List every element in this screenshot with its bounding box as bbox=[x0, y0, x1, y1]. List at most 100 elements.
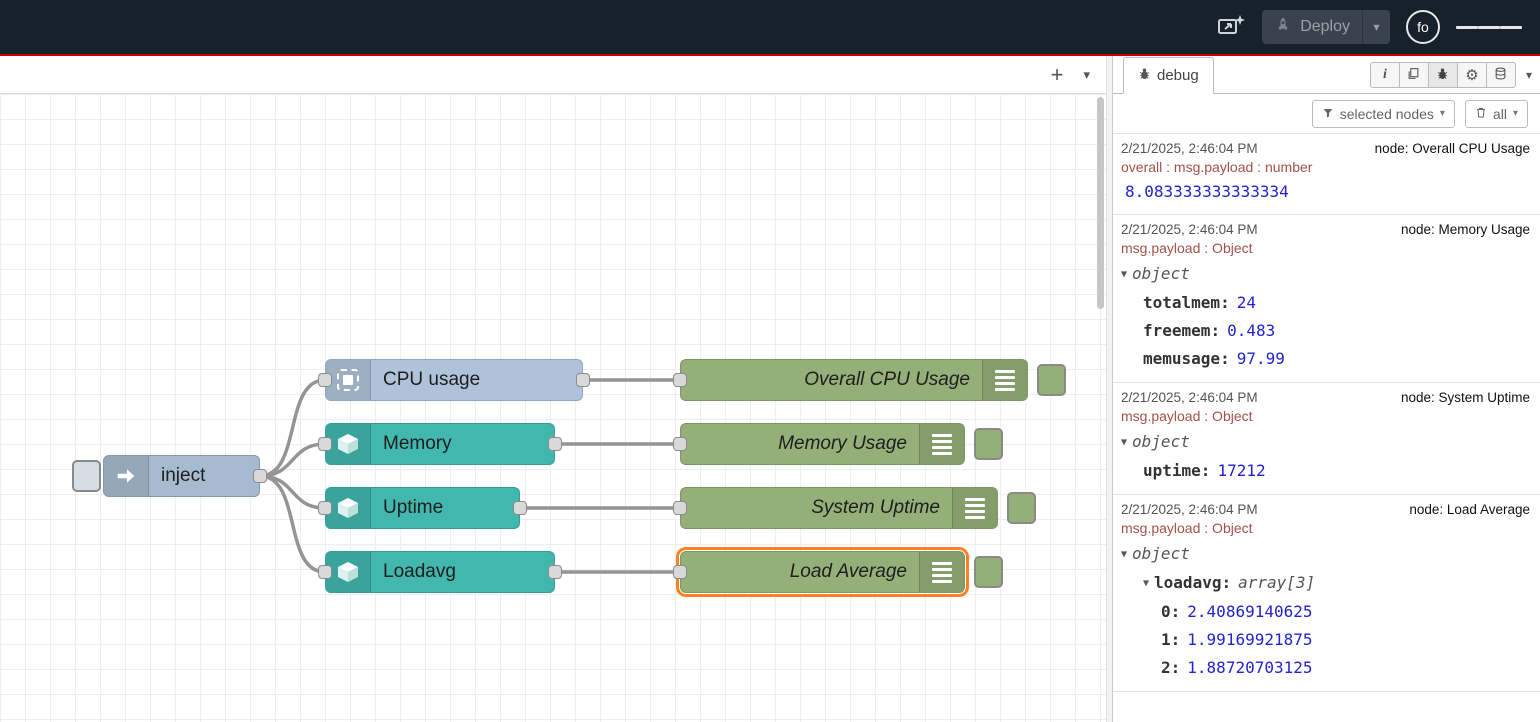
node-label: inject bbox=[149, 465, 217, 487]
debug-message[interactable]: 2/21/2025, 2:46:04 PM node: Memory Usage… bbox=[1113, 215, 1540, 383]
expand-caret-icon[interactable]: ▼ bbox=[1121, 269, 1127, 280]
object-row[interactable]: ▼object bbox=[1121, 260, 1530, 289]
user-avatar[interactable]: fo bbox=[1406, 10, 1440, 44]
field-key: freemem bbox=[1143, 321, 1227, 340]
node-loadavg[interactable]: Loadavg bbox=[325, 551, 555, 593]
node-label: Uptime bbox=[371, 497, 455, 519]
gear-icon: ⚙ bbox=[1465, 66, 1478, 84]
field-key: totalmem bbox=[1143, 293, 1237, 312]
input-port[interactable] bbox=[673, 437, 687, 451]
canvas-toolbar: + ▾ bbox=[0, 56, 1106, 94]
node-label: Overall CPU Usage bbox=[681, 369, 982, 391]
input-port[interactable] bbox=[673, 565, 687, 579]
sidebar-debug-button[interactable] bbox=[1428, 62, 1458, 88]
clear-messages-button[interactable]: all ▾ bbox=[1465, 100, 1528, 128]
message-timestamp: 2/21/2025, 2:46:04 PM bbox=[1121, 222, 1258, 237]
bug-icon bbox=[1436, 67, 1449, 83]
output-port[interactable] bbox=[576, 373, 590, 387]
input-port[interactable] bbox=[673, 373, 687, 387]
expand-caret-icon[interactable]: ▼ bbox=[1121, 437, 1127, 448]
chevron-down-icon: ▾ bbox=[1373, 20, 1379, 34]
debug-sidebar: debug i ⚙ ▾ bbox=[1113, 56, 1540, 722]
database-icon bbox=[1494, 67, 1507, 83]
message-timestamp: 2/21/2025, 2:46:04 PM bbox=[1121, 141, 1258, 156]
flow-list-button[interactable]: ▾ bbox=[1083, 67, 1090, 83]
output-port[interactable] bbox=[548, 437, 562, 451]
sidebar-menu-button[interactable]: ▾ bbox=[1526, 68, 1532, 82]
debug-sidebar-icon bbox=[919, 424, 964, 464]
node-debug-memory-usage[interactable]: Memory Usage bbox=[680, 423, 965, 465]
docs-icon bbox=[1407, 67, 1420, 83]
node-cpu-usage[interactable]: CPU usage bbox=[325, 359, 583, 401]
expand-caret-icon[interactable]: ▼ bbox=[1143, 578, 1149, 589]
debug-message[interactable]: 2/21/2025, 2:46:04 PM node: Load Average… bbox=[1113, 495, 1540, 692]
node-inject[interactable]: inject bbox=[103, 455, 260, 497]
info-icon: i bbox=[1383, 67, 1387, 83]
deploy-button[interactable]: Deploy bbox=[1262, 10, 1362, 44]
debug-enable-toggle[interactable] bbox=[1007, 492, 1036, 524]
hamburger-icon bbox=[1456, 26, 1478, 29]
debug-enable-toggle[interactable] bbox=[974, 428, 1003, 460]
debug-sidebar-icon bbox=[982, 360, 1027, 400]
node-uptime[interactable]: Uptime bbox=[325, 487, 520, 529]
assistant-button[interactable] bbox=[1216, 13, 1246, 42]
debug-filterbar: selected nodes ▾ all ▾ bbox=[1113, 94, 1540, 134]
node-debug-load-average[interactable]: Load Average bbox=[680, 551, 965, 593]
item-index: 2 bbox=[1161, 658, 1187, 677]
debug-message[interactable]: 2/21/2025, 2:46:04 PM node: Overall CPU … bbox=[1113, 134, 1540, 215]
sidebar-config-button[interactable]: ⚙ bbox=[1457, 62, 1487, 88]
input-port[interactable] bbox=[673, 501, 687, 515]
array-row[interactable]: ▼loadavgarray[3] bbox=[1121, 569, 1530, 598]
chevron-down-icon: ▾ bbox=[1440, 108, 1445, 119]
tab-debug[interactable]: debug bbox=[1123, 57, 1214, 94]
debug-sidebar-icon bbox=[919, 552, 964, 592]
debug-enable-toggle[interactable] bbox=[1037, 364, 1066, 396]
input-port[interactable] bbox=[318, 373, 332, 387]
input-port[interactable] bbox=[318, 437, 332, 451]
canvas-scrollbar-thumb[interactable] bbox=[1097, 97, 1104, 309]
message-property-path: msg.payload : Object bbox=[1121, 408, 1530, 424]
server-box-icon bbox=[326, 552, 371, 592]
debug-enable-toggle[interactable] bbox=[974, 556, 1003, 588]
debug-sidebar-icon bbox=[952, 488, 997, 528]
debug-message-list[interactable]: 2/21/2025, 2:46:04 PM node: Overall CPU … bbox=[1113, 134, 1540, 722]
message-source-node: node: Overall CPU Usage bbox=[1375, 141, 1530, 156]
sidebar-splitter[interactable] bbox=[1106, 56, 1113, 722]
item-index: 1 bbox=[1161, 630, 1187, 649]
sidebar-help-button[interactable] bbox=[1399, 62, 1429, 88]
output-port[interactable] bbox=[513, 501, 527, 515]
array-type-label: array[3] bbox=[1238, 573, 1315, 592]
message-timestamp: 2/21/2025, 2:46:04 PM bbox=[1121, 390, 1258, 405]
node-debug-system-uptime[interactable]: System Uptime bbox=[680, 487, 998, 529]
trash-icon bbox=[1475, 106, 1487, 122]
filter-nodes-button[interactable]: selected nodes ▾ bbox=[1312, 100, 1455, 128]
server-box-icon bbox=[326, 488, 371, 528]
add-flow-button[interactable]: + bbox=[1051, 64, 1064, 86]
debug-message[interactable]: 2/21/2025, 2:46:04 PM node: System Uptim… bbox=[1113, 383, 1540, 495]
object-row[interactable]: ▼object bbox=[1121, 428, 1530, 457]
funnel-icon bbox=[1322, 106, 1334, 122]
sidebar-context-button[interactable] bbox=[1486, 62, 1516, 88]
sidebar-info-button[interactable]: i bbox=[1370, 62, 1400, 88]
chevron-down-icon: ▾ bbox=[1526, 68, 1532, 82]
field-value: 97.99 bbox=[1237, 349, 1285, 368]
message-value: 8.083333333333334 bbox=[1121, 179, 1530, 205]
object-field-row: totalmem24 bbox=[1121, 289, 1530, 317]
canvas-scrollbar[interactable] bbox=[1097, 95, 1105, 721]
expand-caret-icon[interactable]: ▼ bbox=[1121, 549, 1127, 560]
node-debug-overall-cpu[interactable]: Overall CPU Usage bbox=[680, 359, 1028, 401]
deploy-options-button[interactable]: ▾ bbox=[1362, 10, 1390, 44]
server-box-icon bbox=[326, 424, 371, 464]
input-port[interactable] bbox=[318, 565, 332, 579]
object-row[interactable]: ▼object bbox=[1121, 540, 1530, 569]
output-port[interactable] bbox=[548, 565, 562, 579]
input-port[interactable] bbox=[318, 501, 332, 515]
inject-trigger-button[interactable] bbox=[72, 460, 101, 492]
main-menu-button[interactable] bbox=[1456, 22, 1522, 33]
flow-canvas[interactable]: inject CPU usage Memory bbox=[0, 94, 1106, 722]
node-memory[interactable]: Memory bbox=[325, 423, 555, 465]
wire bbox=[260, 476, 325, 508]
node-label: System Uptime bbox=[681, 497, 952, 519]
tab-debug-label: debug bbox=[1157, 67, 1199, 84]
output-port[interactable] bbox=[253, 469, 267, 483]
